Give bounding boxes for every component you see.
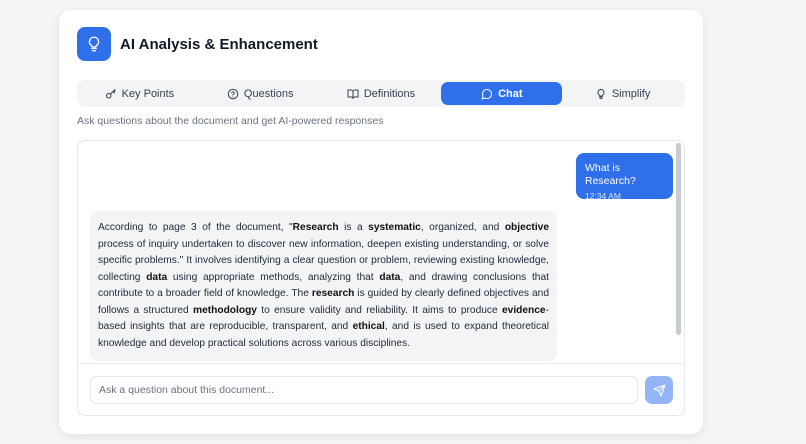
chat-panel: What is Research? 12:34 AM According to … (77, 140, 685, 416)
tab-label: Definitions (363, 87, 416, 100)
ai-message-text: , organized, and (420, 222, 505, 233)
book-icon (347, 89, 359, 99)
ai-message-emphasis: data (146, 271, 168, 283)
chat-bubble-icon (481, 88, 493, 99)
lightbulb-icon (597, 88, 605, 99)
tab-label: Key Points (121, 87, 175, 100)
ai-message-text: to ensure validity and reliability. It a… (256, 304, 502, 316)
tab-chat[interactable]: Chat (441, 82, 563, 105)
ai-message-bubble: According to page 3 of the document, "Re… (90, 211, 557, 361)
key-icon (105, 88, 116, 98)
ai-message-text: is a (338, 222, 369, 233)
ai-message-emphasis: objective (504, 222, 549, 233)
ai-message-emphasis: methodology (193, 304, 257, 316)
tab-questions[interactable]: Questions (200, 82, 321, 105)
ai-message-text: using appropriate methods, analyzing tha… (167, 271, 380, 283)
user-message-text: What is Research? (585, 162, 636, 187)
message-list[interactable]: What is Research? 12:34 AM According to … (78, 141, 684, 363)
message-timestamp: 12:34 AM (585, 191, 621, 201)
page-title: AI Analysis & Enhancement (120, 35, 318, 53)
ai-message-emphasis: ethical (352, 321, 385, 332)
header: AI Analysis & Enhancement (77, 27, 318, 61)
tab-description: Ask questions about the document and get… (77, 115, 384, 127)
tab-definitions[interactable]: Definitions (321, 82, 442, 105)
lightbulb-icon (77, 27, 111, 61)
tab-label: Chat (498, 87, 523, 100)
tab-label: Simplify (611, 87, 651, 100)
user-message-bubble: What is Research? 12:34 AM (576, 153, 673, 201)
question-input[interactable] (90, 376, 638, 404)
question-circle-icon (227, 88, 239, 99)
ai-message-emphasis: Research (292, 222, 339, 233)
tab-simplify[interactable]: Simplify (562, 82, 683, 105)
tab-bar: Key Points Questions Definitions Chat Si… (77, 80, 685, 107)
scrollbar[interactable] (676, 143, 681, 335)
divider (78, 363, 684, 364)
tab-key-points[interactable]: Key Points (79, 82, 200, 105)
ai-message-emphasis: research (311, 288, 355, 299)
tab-label: Questions (243, 87, 294, 100)
ai-message-emphasis: evidence (501, 304, 546, 316)
send-icon (653, 384, 665, 396)
ai-message-emphasis: systematic (368, 222, 421, 233)
ai-message-emphasis: data (379, 271, 401, 283)
ai-analysis-card: AI Analysis & Enhancement Key Points Que… (59, 10, 703, 434)
send-button[interactable] (645, 376, 673, 404)
ai-message-text: According to page 3 of the document, " (98, 222, 293, 233)
